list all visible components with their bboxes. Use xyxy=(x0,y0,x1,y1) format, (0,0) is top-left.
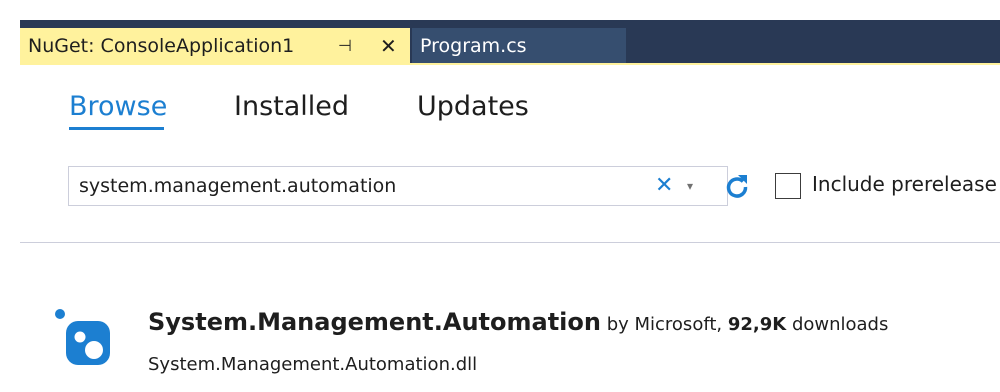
tab-updates[interactable]: Updates xyxy=(417,91,529,122)
pin-icon[interactable]: ⊣ xyxy=(338,28,352,63)
close-icon[interactable]: ✕ xyxy=(380,28,397,63)
package-description: System.Management.Automation.dll xyxy=(148,354,478,375)
package-download-count: 92,9K xyxy=(727,314,787,335)
window-frame-left xyxy=(0,20,20,392)
selected-tab-underline xyxy=(69,127,164,130)
search-input[interactable] xyxy=(79,171,649,201)
tab-nuget[interactable]: NuGet: ConsoleApplication1 ⊣ ✕ xyxy=(20,28,410,63)
nuget-package-icon xyxy=(50,305,120,375)
package-name[interactable]: System.Management.Automation xyxy=(148,308,601,336)
window-frame-top xyxy=(0,0,1000,20)
tab-browse[interactable]: Browse xyxy=(69,91,167,122)
search-box: ✕ ▾ xyxy=(68,166,728,206)
nuget-package-manager: Browse Installed Updates ✕ ▾ Include pre… xyxy=(20,65,1000,392)
package-downloads-label: downloads xyxy=(786,314,889,335)
tab-installed[interactable]: Installed xyxy=(234,91,349,122)
tab-nuget-label: NuGet: ConsoleApplication1 xyxy=(28,34,295,57)
tab-program-cs[interactable]: Program.cs xyxy=(412,28,626,63)
document-tab-bar: NuGet: ConsoleApplication1 ⊣ ✕ Program.c… xyxy=(20,20,1000,63)
divider xyxy=(20,242,1000,243)
chevron-down-icon[interactable]: ▾ xyxy=(687,176,693,196)
close-icon[interactable]: ✕ xyxy=(655,173,673,199)
package-title-line: System.Management.Automation by Microsof… xyxy=(148,308,888,336)
package-author: by Microsoft, xyxy=(600,314,728,335)
prerelease-label: Include prerelease xyxy=(812,172,997,196)
prerelease-checkbox[interactable] xyxy=(775,173,801,199)
refresh-icon[interactable] xyxy=(721,166,753,206)
tab-program-cs-label: Program.cs xyxy=(420,34,527,57)
